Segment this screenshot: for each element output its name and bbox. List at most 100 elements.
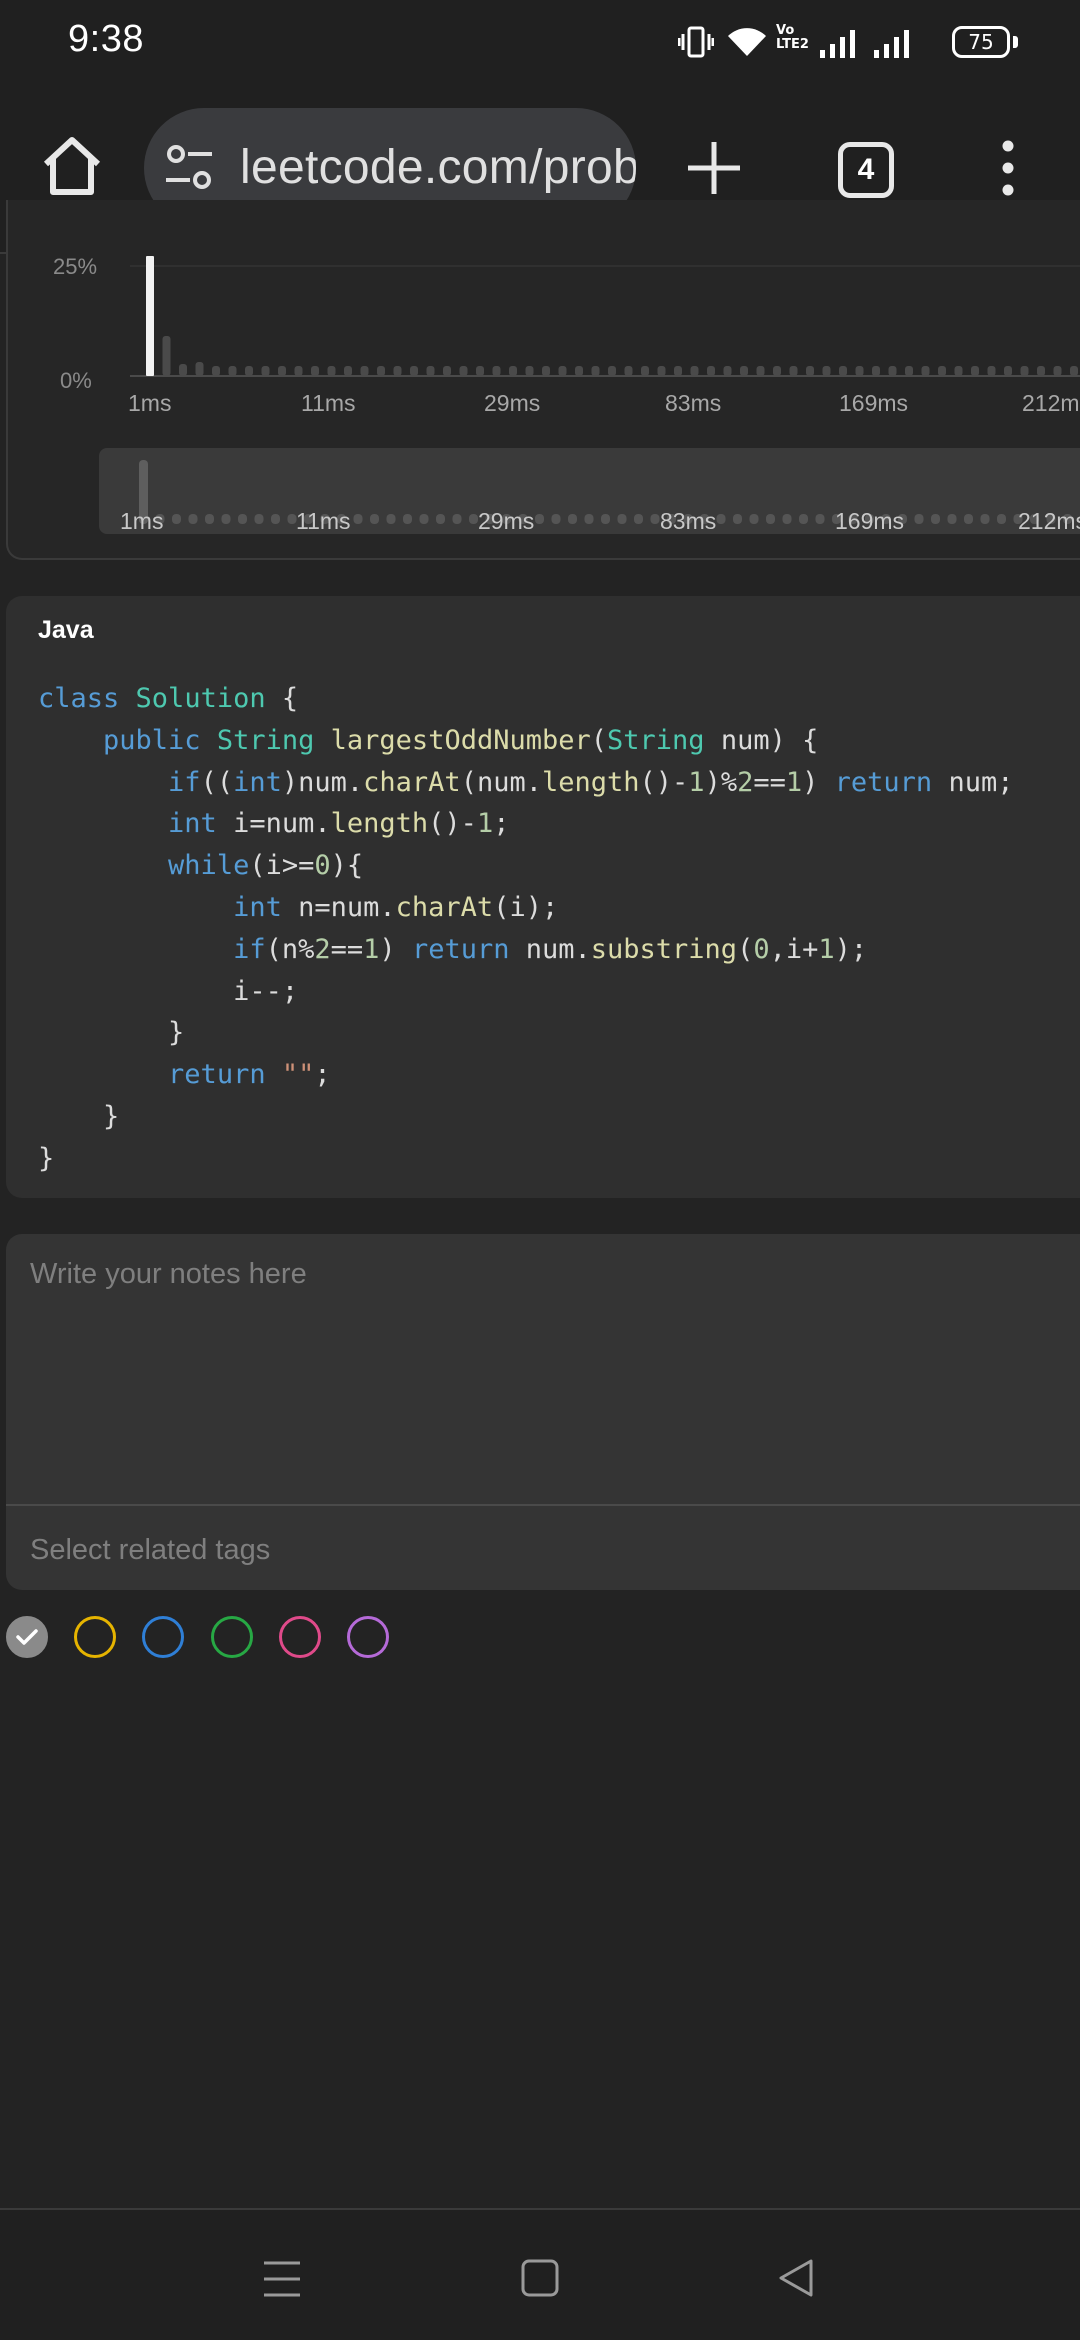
histogram-bar bbox=[855, 366, 864, 376]
overview-bar bbox=[370, 514, 379, 524]
histogram-bar bbox=[1020, 366, 1029, 376]
histogram-bar bbox=[542, 366, 550, 376]
histogram-bar bbox=[1053, 366, 1062, 376]
histogram-bar bbox=[1037, 366, 1045, 376]
code-language: Java bbox=[38, 616, 94, 644]
status-bar: 9:38 Vo LTE2 75 bbox=[0, 0, 1080, 80]
overview-bar bbox=[634, 514, 643, 524]
overview-bar bbox=[749, 514, 759, 524]
overview-bar bbox=[271, 514, 280, 524]
signal-2-icon bbox=[874, 30, 909, 58]
histogram-bar bbox=[377, 366, 385, 376]
code-card: Java class Solution { public String larg… bbox=[6, 596, 1080, 1198]
histogram-bar bbox=[756, 366, 765, 376]
overview-bar bbox=[947, 514, 957, 524]
histogram-bar bbox=[674, 366, 682, 376]
histogram-bar bbox=[954, 366, 963, 376]
vibrate-icon bbox=[678, 26, 714, 58]
status-icons: Vo LTE2 75 bbox=[660, 0, 1080, 80]
code-line: int n=num.charAt(i); bbox=[233, 891, 559, 923]
histogram-bar bbox=[971, 366, 979, 376]
histogram-bar bbox=[278, 366, 286, 376]
histogram-bar bbox=[624, 366, 633, 376]
code-line: int i=num.length()-1; bbox=[168, 808, 510, 840]
tag-color-dot[interactable] bbox=[6, 1616, 48, 1658]
more-menu-icon[interactable] bbox=[988, 138, 1028, 198]
histogram-bar bbox=[806, 366, 814, 376]
site-settings-icon[interactable] bbox=[162, 138, 218, 198]
histogram-bar bbox=[311, 366, 319, 376]
histogram-bar bbox=[327, 366, 336, 376]
histogram-bar bbox=[245, 366, 253, 376]
runtime-histogram bbox=[130, 256, 1080, 377]
overview-bar bbox=[964, 514, 973, 524]
histogram-bar bbox=[261, 366, 270, 376]
new-tab-icon[interactable] bbox=[684, 138, 744, 198]
home-nav-icon[interactable] bbox=[520, 2258, 560, 2298]
signal-1-icon bbox=[820, 30, 855, 58]
code-line: class Solution { bbox=[38, 683, 299, 714]
histogram-bar bbox=[443, 366, 451, 376]
overview-bar bbox=[238, 514, 247, 524]
overview-bar bbox=[617, 514, 627, 524]
histogram-bar bbox=[987, 366, 996, 376]
overview-bar bbox=[584, 514, 594, 524]
code-line: if((int)num.charAt(num.length()-1)%2==1)… bbox=[168, 766, 1014, 798]
overview-bar bbox=[353, 514, 363, 524]
notes-input[interactable]: Write your notes here bbox=[30, 1258, 307, 1291]
tag-color-dot[interactable] bbox=[74, 1616, 116, 1658]
x-label-3: 29ms bbox=[484, 390, 541, 416]
histogram-overview bbox=[139, 460, 1080, 524]
overview-bar bbox=[997, 514, 1006, 524]
overview-bar bbox=[188, 514, 198, 524]
mini-label-4: 83ms bbox=[660, 508, 717, 534]
histogram-bar bbox=[162, 336, 171, 376]
home-icon[interactable] bbox=[38, 132, 106, 200]
overview-bar bbox=[601, 514, 610, 524]
histogram-bar bbox=[393, 366, 402, 376]
overview-bar bbox=[469, 514, 478, 524]
tags-select[interactable]: Select related tags bbox=[30, 1534, 270, 1567]
tag-color-dot[interactable] bbox=[142, 1616, 184, 1658]
overview-bar bbox=[799, 514, 808, 524]
overview-bar bbox=[452, 514, 462, 524]
code-line: if(n%2==1) return num.substring(0,i+1); bbox=[233, 933, 868, 965]
histogram-bar bbox=[690, 366, 699, 376]
tab-switcher-button[interactable]: 4 bbox=[838, 142, 894, 198]
overview-bar bbox=[172, 514, 181, 524]
overview-bar bbox=[403, 514, 412, 524]
overview-bar bbox=[205, 514, 214, 524]
overview-bar bbox=[551, 514, 561, 524]
overview-bar bbox=[650, 514, 660, 524]
tag-color-dot[interactable] bbox=[211, 1616, 253, 1658]
histogram-bar bbox=[839, 366, 847, 376]
histogram-bar bbox=[641, 366, 649, 376]
overview-bar bbox=[419, 514, 429, 524]
histogram-bar bbox=[657, 366, 666, 376]
histogram-bar bbox=[822, 366, 831, 376]
histogram-bar bbox=[1070, 366, 1078, 376]
url-text[interactable]: leetcode.com/problems bbox=[240, 140, 636, 195]
mini-label-5: 169ms bbox=[835, 508, 905, 534]
histogram-bar bbox=[459, 366, 468, 376]
code-line: i--; bbox=[38, 975, 299, 1007]
recent-apps-icon[interactable] bbox=[262, 2260, 302, 2298]
histogram-bar bbox=[740, 366, 748, 376]
histogram-bar bbox=[938, 366, 946, 376]
overview-bar bbox=[914, 514, 924, 524]
overview-bar bbox=[716, 514, 726, 524]
histogram-bar bbox=[723, 366, 732, 376]
histogram-bar bbox=[344, 366, 352, 376]
notes-card: Write your notes here Select related tag… bbox=[6, 1234, 1080, 1590]
overview-bar bbox=[931, 514, 940, 524]
histogram-bar bbox=[426, 366, 435, 376]
histogram-bar bbox=[558, 366, 567, 376]
tag-color-dot[interactable] bbox=[347, 1616, 389, 1658]
histogram-bar bbox=[773, 366, 781, 376]
system-nav-bar bbox=[0, 2208, 1080, 2340]
back-icon[interactable] bbox=[776, 2258, 816, 2298]
x-label-2: 11ms bbox=[301, 390, 356, 416]
battery-tip bbox=[1013, 36, 1018, 48]
histogram-bar bbox=[608, 366, 616, 376]
tag-color-dot[interactable] bbox=[279, 1616, 321, 1658]
